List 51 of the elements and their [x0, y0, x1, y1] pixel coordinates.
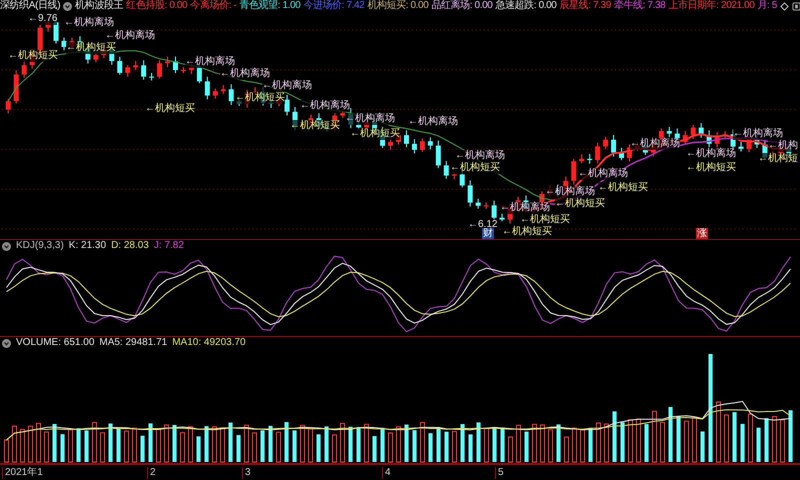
indicator-reading: 急速超跌: 0.00 [495, 0, 556, 12]
signal-label: ←机构短买 [598, 182, 648, 194]
signal-label: ←机构离场 [686, 148, 736, 160]
volume-average-reading: MA5: 29481.71 [99, 337, 168, 349]
date-axis-label: 5 [495, 467, 504, 479]
signal-label: ←机构离场 [185, 56, 235, 68]
signal-label: ←机构离场 [300, 100, 350, 112]
signal-label: ←机构短买 [66, 42, 116, 54]
indicator-reading: 辰星线: 7.39 [559, 0, 611, 12]
date-axis-label: 4 [382, 467, 391, 479]
signal-label: ←机构短买 [686, 162, 736, 174]
kdj-reading: K: 21.30 [68, 240, 106, 252]
signal-label: ←机构离场 [64, 17, 114, 29]
signal-label: ←机构离场 [105, 30, 155, 42]
event-marker[interactable]: 涨 [696, 228, 708, 239]
signal-label: ←机构短买 [520, 214, 570, 226]
kdj-reading: J: 7.82 [154, 240, 184, 252]
signal-label: ←机构短买 [502, 226, 552, 238]
signal-label: ←机构离场 [262, 80, 312, 92]
signal-label: ←机构短买 [235, 92, 285, 104]
indicator-reading: 月: 5 [757, 0, 777, 12]
indicator-name: 机构波段王 [75, 0, 124, 12]
signal-label: ←机构离场 [545, 186, 595, 198]
kdj-title: KDJ(9,3,3) [16, 240, 64, 252]
signal-label: ←机构短买 [290, 120, 340, 132]
date-axis-label: 2 [147, 467, 156, 479]
signal-label: ←机构短买 [8, 50, 58, 62]
signal-label: ←机构离场 [220, 68, 270, 80]
signal-label: ←9.76 [28, 13, 58, 25]
signal-label: ←机构离场 [578, 168, 628, 180]
indicator-reading: 机构短买: 0.00 [367, 0, 428, 12]
date-axis-label: 2021年1 [2, 467, 43, 479]
indicator-reading: 红色持股: 0.00 [126, 0, 188, 12]
signal-label: ←机构离场 [500, 202, 550, 214]
signal-label: ←机构短 [758, 153, 798, 165]
indicator-reading: 今进场价: 7.42 [303, 0, 364, 12]
signal-label: ←机构离场 [345, 113, 395, 125]
signal-label: ←机构离场 [408, 116, 458, 128]
signal-label: ←机构离场 [630, 138, 680, 150]
kdj-reading: D: 28.03 [111, 240, 149, 252]
signal-label: ←机构短买 [555, 198, 605, 210]
signal-label: ←机构短买 [350, 128, 400, 140]
date-axis-label: 3 [242, 467, 251, 479]
volume-reading: VOLUME: 651.00 [16, 337, 94, 349]
signal-label: ←机构离场 [455, 150, 505, 162]
signal-label: ←机构短买 [145, 103, 195, 115]
indicator-reading: 牵牛线: 7.38 [614, 0, 666, 12]
signal-label: ←机构短买 [450, 162, 500, 174]
volume-average-reading: MA10: 49203.70 [172, 337, 246, 349]
signal-label: ←机构离场 [733, 128, 783, 140]
signal-label: ←机构 [768, 140, 798, 152]
